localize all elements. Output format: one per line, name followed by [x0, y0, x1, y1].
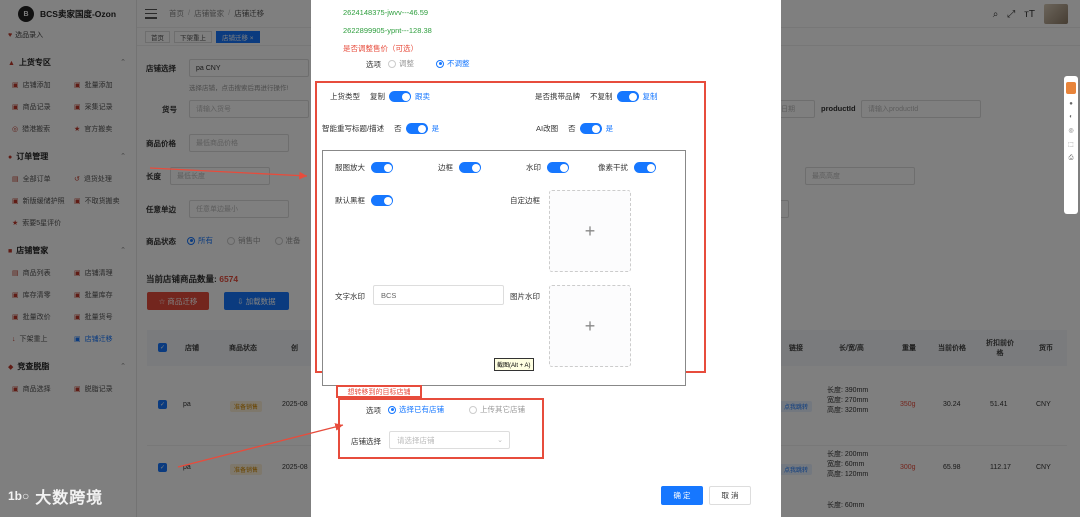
target-radio-existing[interactable]: 选择已有店铺: [388, 404, 444, 415]
ai-image-options-panel: [322, 150, 686, 386]
text-watermark-label: 文字水印: [335, 292, 365, 301]
border-label: 边框: [438, 163, 453, 172]
rewrite-off: 否: [394, 124, 402, 133]
brand-setting: 是否携带品牌 不复制 复制: [535, 91, 658, 102]
upload-type-setting: 上货类型 复制 跟卖: [330, 91, 430, 102]
enlarge-setting: 服图放大: [335, 162, 393, 173]
brand-on: 复制: [642, 92, 658, 101]
rewrite-toggle[interactable]: [405, 123, 428, 134]
default-frame-toggle[interactable]: [371, 195, 393, 206]
pixel-setting: 像素干扰: [598, 162, 656, 173]
watermark-setting: 水印: [526, 162, 569, 173]
brand-label: 是否携带品牌: [535, 92, 580, 101]
tool-icon[interactable]: ◐: [1069, 114, 1073, 120]
cancel-button[interactable]: 取 消: [709, 486, 751, 505]
floating-toolbar: ● ◐ ◎ ⬚ ⎙: [1064, 76, 1078, 214]
badge-icon[interactable]: [1066, 82, 1076, 94]
rewrite-on: 是: [431, 124, 440, 133]
target-store-title: 想转移到的目标店铺: [336, 385, 422, 398]
confirm-button[interactable]: 确 定: [661, 486, 703, 505]
screenshot-tooltip: 截图(Alt + A): [494, 358, 534, 371]
image-watermark-upload[interactable]: +: [549, 285, 631, 367]
target-radio-upload[interactable]: 上传其它店铺: [469, 404, 525, 415]
chevron-down-icon: ⌄: [497, 437, 503, 444]
ai-image-on: 是: [605, 124, 614, 133]
tool-icon[interactable]: ●: [1069, 101, 1073, 107]
default-frame-label: 默认黑框: [335, 196, 365, 205]
watermark-logo: 1b○: [8, 489, 30, 503]
rewrite-label: 智能重写标题/描述: [322, 124, 385, 133]
brand-toggle[interactable]: [616, 91, 639, 102]
custom-border-label: 自定边框: [510, 196, 540, 205]
ai-image-off: 否: [568, 124, 576, 133]
price-line: 2624148375-jwvv---46.59: [343, 8, 429, 17]
target-option-label: 选项: [366, 406, 381, 415]
custom-border-upload[interactable]: +: [549, 190, 631, 272]
upload-type-toggle[interactable]: [389, 91, 411, 102]
adjust-radio-no[interactable]: 不调整: [436, 58, 470, 69]
pixel-toggle[interactable]: [634, 162, 656, 173]
plus-icon: +: [584, 315, 596, 336]
ai-image-setting: AI改图 否 是: [536, 123, 613, 134]
pixel-label: 像素干扰: [598, 163, 628, 172]
upload-type-off: 复制: [370, 92, 385, 101]
adjust-radio-yes[interactable]: 调整: [388, 58, 414, 69]
ai-image-label: AI改图: [536, 124, 559, 133]
enlarge-toggle[interactable]: [371, 162, 393, 173]
upload-type-on: 跟卖: [415, 92, 430, 101]
adjust-price-title: 是否调整售价（可选）: [343, 44, 418, 53]
target-store-select[interactable]: 请选择店铺 ⌄: [389, 431, 510, 449]
border-setting: 边框: [438, 162, 481, 173]
brand-off: 不复制: [590, 92, 613, 101]
target-store-placeholder: 请选择店铺: [397, 435, 435, 445]
border-toggle[interactable]: [459, 162, 481, 173]
target-store-label: 店铺选择: [351, 437, 381, 446]
tool-icon[interactable]: ⬚: [1068, 141, 1074, 148]
watermark-toggle[interactable]: [547, 162, 569, 173]
text-watermark-input[interactable]: BCS: [373, 285, 504, 305]
default-frame-setting: 默认黑框: [335, 195, 393, 206]
upload-type-label: 上货类型: [330, 92, 360, 101]
brand-watermark: 1b○ 大数跨境: [8, 484, 103, 508]
adjust-option-label: 选项: [366, 60, 381, 69]
watermark-text: 大数跨境: [35, 490, 104, 507]
tool-icon[interactable]: ◎: [1068, 127, 1073, 134]
watermark-label: 水印: [526, 163, 541, 172]
rewrite-setting: 智能重写标题/描述 否 是: [322, 123, 439, 134]
enlarge-label: 服图放大: [335, 163, 365, 172]
image-watermark-label: 图片水印: [510, 292, 540, 301]
price-line: 2622899905-ypnt---128.38: [343, 26, 432, 35]
ai-image-toggle[interactable]: [579, 123, 602, 134]
tool-icon[interactable]: ⎙: [1069, 155, 1074, 162]
plus-icon: +: [584, 220, 596, 241]
